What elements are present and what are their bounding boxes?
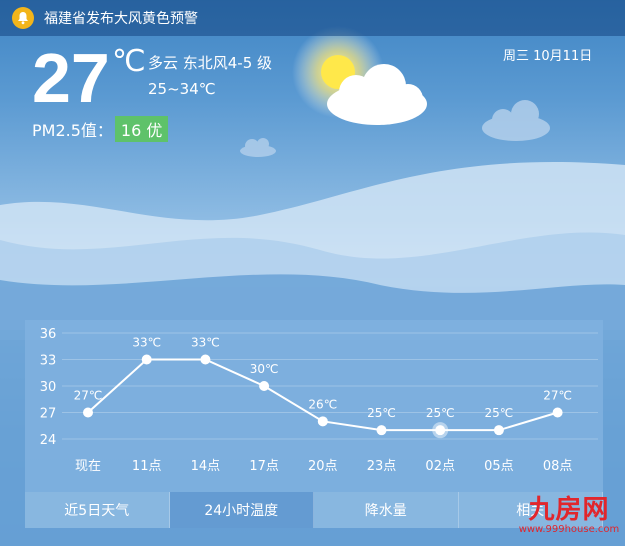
data-label: 30℃ [250, 362, 279, 376]
tab-24h-temperature[interactable]: 24小时温度 [169, 492, 314, 528]
data-point [376, 425, 387, 436]
y-tick-label: 33 [40, 354, 57, 369]
temperature-chart: 36 33 30 27 24 27℃ 现在 33℃ 11点 33℃ 14点 30℃ 17点 26℃ 20点 2… [40, 327, 598, 474]
watermark-main: 九房网 [528, 495, 610, 525]
x-tick-label: 20点 [308, 459, 338, 474]
data-label: 33℃ [191, 336, 220, 350]
x-tick-label: 11点 [132, 459, 162, 474]
x-tick-label: 08点 [543, 459, 573, 474]
data-point [141, 354, 152, 365]
data-point [317, 416, 328, 427]
x-tick-label: 02点 [425, 459, 455, 474]
data-point [83, 407, 93, 418]
x-tick-label: 23点 [367, 459, 397, 474]
data-label: 25℃ [485, 406, 514, 420]
watermark-logo: 九房网 www.999house.com [515, 496, 623, 536]
data-label: 27℃ [543, 389, 572, 403]
x-tick-label: 05点 [484, 459, 514, 474]
data-point [259, 381, 270, 391]
tab-precipitation[interactable]: 降水量 [314, 492, 459, 528]
data-label: 25℃ [367, 406, 396, 420]
data-label: 27℃ [74, 389, 103, 403]
y-tick-label: 30 [40, 380, 57, 395]
y-tick-label: 24 [40, 433, 57, 448]
data-label: 33℃ [132, 336, 161, 350]
data-point [552, 407, 563, 418]
x-tick-label: 17点 [249, 459, 279, 474]
data-label: 25℃ [426, 406, 455, 420]
data-point [200, 354, 211, 365]
x-tick-label: 现在 [75, 459, 101, 474]
y-tick-label: 36 [40, 327, 57, 342]
watermark-url: www.999house.com [518, 524, 620, 535]
tab-5day-weather[interactable]: 近5日天气 [25, 492, 170, 528]
y-tick-label: 27 [40, 407, 57, 422]
x-tick-label: 14点 [191, 459, 221, 474]
data-point [435, 425, 446, 436]
data-label: 26℃ [308, 397, 337, 411]
data-point [493, 425, 504, 436]
